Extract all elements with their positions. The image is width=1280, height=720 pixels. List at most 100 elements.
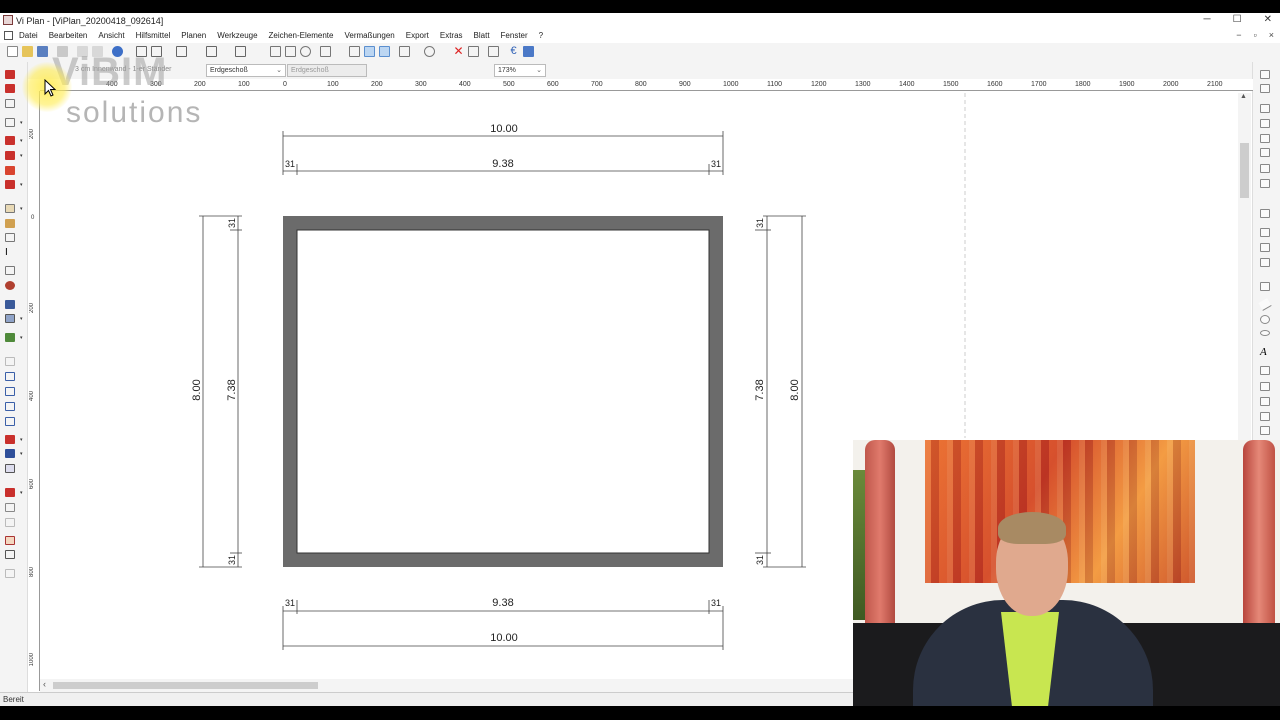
menu-extras[interactable]: Extras	[440, 31, 463, 40]
close-button[interactable]: ✕	[1264, 14, 1272, 25]
hatch-tool-icon[interactable]	[5, 266, 15, 275]
open-folder-icon[interactable]	[22, 46, 33, 57]
draw-tool-icon[interactable]	[5, 488, 15, 497]
furniture-tool-icon[interactable]	[5, 536, 15, 545]
tool-dropdown-icon[interactable]: ▾	[20, 182, 23, 188]
menu-blatt[interactable]: Blatt	[474, 31, 490, 40]
tool-dropdown-icon[interactable]: ▾	[20, 138, 23, 144]
pan-hand-icon[interactable]	[320, 46, 331, 57]
euro-icon[interactable]: €	[508, 46, 519, 57]
doc-restore-button[interactable]: ▫	[1254, 30, 1257, 40]
pillar-tool-icon[interactable]	[5, 99, 15, 108]
copy-tool-icon[interactable]	[1260, 119, 1270, 128]
select-area-icon[interactable]	[1260, 84, 1270, 93]
misc-tool-icon[interactable]	[5, 569, 15, 578]
minimize-button[interactable]: ─	[1204, 14, 1211, 25]
measure-icon[interactable]	[399, 46, 410, 57]
vertical-scroll-thumb[interactable]	[1240, 143, 1249, 198]
render-tool-icon[interactable]	[5, 464, 15, 473]
chimney-tool-icon[interactable]	[5, 180, 15, 189]
vertical-scrollbar[interactable]: ▲	[1238, 93, 1251, 440]
menu-fenster[interactable]: Fenster	[501, 31, 528, 40]
terrain-tool-icon[interactable]	[5, 333, 15, 342]
edit-tool-icon[interactable]	[1260, 104, 1270, 113]
save-icon[interactable]	[37, 46, 48, 57]
paint-tool-icon[interactable]	[1260, 412, 1270, 421]
line-tool-icon[interactable]	[5, 503, 15, 512]
offset-tool-icon[interactable]	[1260, 243, 1270, 252]
ellipse-tool-icon[interactable]	[1260, 330, 1270, 336]
fill-tool-icon[interactable]	[1260, 382, 1270, 391]
tool-dropdown-icon[interactable]: ▾	[20, 451, 23, 457]
roof-icon[interactable]	[176, 46, 187, 57]
mirror-tool-icon[interactable]	[1260, 134, 1270, 143]
layout-icon[interactable]	[206, 46, 217, 57]
erase-tool-icon[interactable]	[1260, 258, 1270, 267]
menu-ansicht[interactable]: Ansicht	[98, 31, 124, 40]
maximize-button[interactable]: ☐	[1233, 14, 1242, 25]
area-tool-icon[interactable]	[5, 314, 15, 323]
layers-icon[interactable]	[349, 46, 360, 57]
tool-dropdown-icon[interactable]: ▾	[20, 153, 23, 159]
roof-window-tool-icon[interactable]	[5, 166, 15, 175]
dimension-tool-icon[interactable]	[1260, 426, 1270, 435]
tool-dropdown-icon[interactable]: ▾	[20, 335, 23, 341]
text-tool-icon[interactable]: A	[1260, 347, 1270, 358]
window-w-tool-icon[interactable]	[5, 372, 15, 381]
tool-dropdown-icon[interactable]: ▾	[20, 437, 23, 443]
menu-planen[interactable]: Planen	[181, 31, 206, 40]
wall-tool-icon[interactable]	[5, 70, 15, 79]
stairs-tool-icon[interactable]	[5, 219, 15, 228]
circle-info-icon[interactable]	[1260, 315, 1270, 324]
slab-tool-icon[interactable]	[5, 118, 15, 127]
section-tool-icon[interactable]	[5, 435, 15, 444]
zoom-select[interactable]: 173% ⌄	[494, 64, 546, 77]
view-tool-icon[interactable]	[5, 449, 15, 458]
menu-datei[interactable]: Datei	[19, 31, 38, 40]
window-r-tool-icon[interactable]	[5, 417, 15, 426]
scroll-up-icon[interactable]: ▲	[1240, 93, 1247, 100]
zoom-window-icon[interactable]	[285, 46, 296, 57]
document-menu-icon[interactable]	[4, 31, 13, 40]
doc-minimize-button[interactable]: −	[1236, 30, 1241, 40]
menu-vermassungen[interactable]: Vermaßungen	[344, 31, 394, 40]
grid-snap-icon[interactable]	[379, 46, 390, 57]
window-s-tool-icon[interactable]	[5, 402, 15, 411]
dormer-tool-icon[interactable]	[5, 151, 15, 160]
clipboard-icon[interactable]	[488, 46, 499, 57]
target-icon[interactable]	[424, 46, 435, 57]
horizontal-scroll-thumb[interactable]	[53, 682, 318, 689]
page-icon[interactable]	[270, 46, 281, 57]
object-tool-icon[interactable]	[5, 281, 15, 290]
tool-dropdown-icon[interactable]: ▾	[20, 316, 23, 322]
menu-werkzeuge[interactable]: Werkzeuge	[217, 31, 257, 40]
room-tool-icon[interactable]	[5, 300, 15, 309]
tool-dropdown-icon[interactable]: ▾	[20, 120, 23, 126]
delete-icon[interactable]: ✕	[453, 45, 464, 57]
menu-export[interactable]: Export	[406, 31, 429, 40]
window-b-tool-icon[interactable]	[5, 387, 15, 396]
brush-tool-icon[interactable]	[1260, 366, 1270, 375]
beam-tool-icon[interactable]	[5, 233, 15, 242]
menu-bearbeiten[interactable]: Bearbeiten	[49, 31, 88, 40]
doc-close-button[interactable]: ×	[1269, 30, 1274, 40]
document-tool-icon[interactable]	[1260, 282, 1270, 291]
floor-select[interactable]: Erdgeschoß ⌄	[206, 64, 286, 77]
snap-icon[interactable]	[364, 46, 375, 57]
roof-tool-icon[interactable]	[5, 136, 15, 145]
menu-help[interactable]: ?	[539, 31, 543, 40]
select-tool-icon[interactable]	[1260, 70, 1270, 79]
rotate-tool-icon[interactable]	[1260, 148, 1270, 157]
new-file-icon[interactable]	[7, 46, 18, 57]
menu-hilfsmittel[interactable]: Hilfsmittel	[136, 31, 171, 40]
door-tool-icon[interactable]	[5, 204, 15, 213]
book-icon[interactable]	[523, 46, 534, 57]
zoom-icon[interactable]	[300, 46, 311, 57]
tool-dropdown-icon[interactable]: ▾	[20, 206, 23, 212]
pen-tool-icon[interactable]	[5, 518, 15, 527]
wall-tool-2-icon[interactable]	[5, 84, 15, 93]
extend-tool-icon[interactable]	[1260, 179, 1270, 188]
tool-dropdown-icon[interactable]: ▾	[20, 490, 23, 496]
trim-tool-icon[interactable]	[1260, 164, 1270, 173]
scroll-left-icon[interactable]: ‹	[43, 679, 46, 689]
